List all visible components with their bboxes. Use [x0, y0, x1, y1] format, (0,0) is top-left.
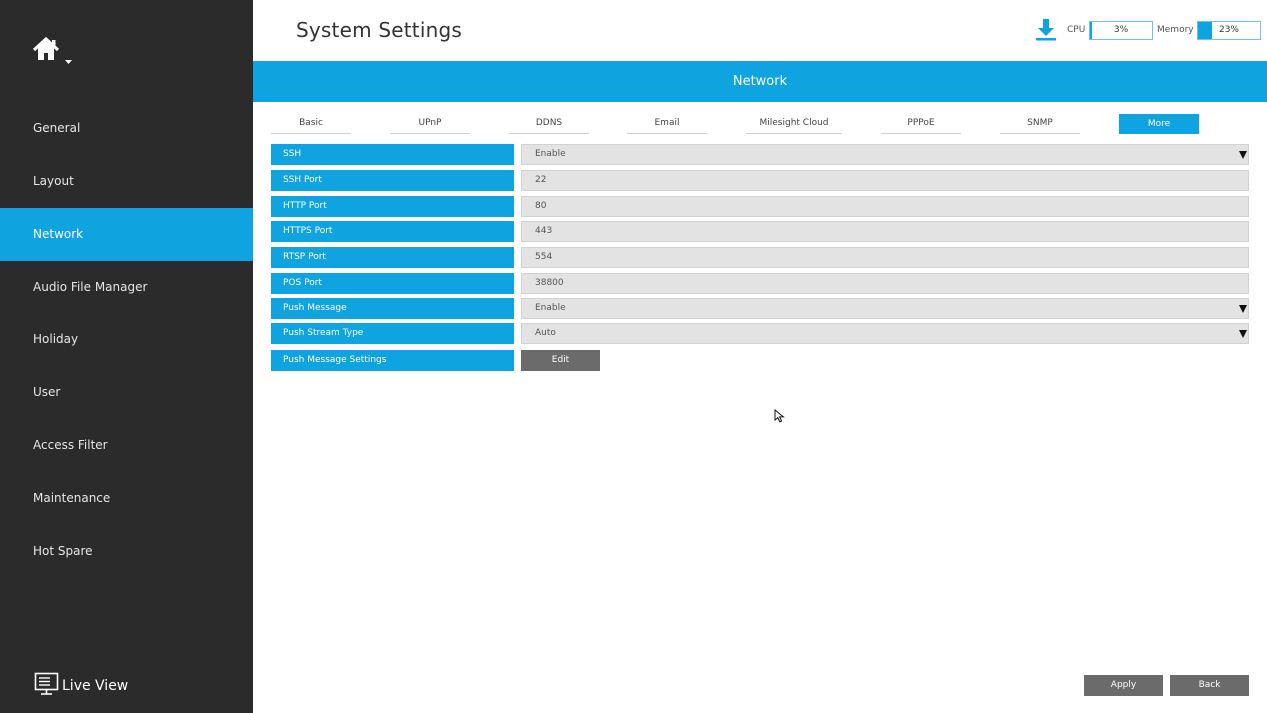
- sidebar-item-network[interactable]: Network: [0, 208, 253, 261]
- tab-email[interactable]: Email: [627, 114, 707, 134]
- tab-upnp[interactable]: UPnP: [390, 114, 470, 134]
- pos-port-label: POS Port: [271, 273, 514, 294]
- download-icon[interactable]: [1034, 18, 1058, 42]
- http-port-input[interactable]: 80: [521, 196, 1249, 217]
- push-stream-type-value: Auto: [535, 328, 556, 338]
- back-button[interactable]: Back: [1170, 675, 1249, 696]
- push-stream-type-select[interactable]: Auto: [521, 323, 1249, 344]
- sidebar-item-maintenance[interactable]: Maintenance: [0, 472, 253, 525]
- dropdown-arrow-icon: [1239, 330, 1247, 338]
- tab-ddns[interactable]: DDNS: [509, 114, 589, 134]
- push-message-select[interactable]: Enable: [521, 298, 1249, 319]
- tab-basic[interactable]: Basic: [271, 114, 351, 134]
- sidebar-item-audio-file-manager[interactable]: Audio File Manager: [0, 261, 253, 314]
- https-port-input[interactable]: 443: [521, 221, 1249, 242]
- ssh-port-input[interactable]: 22: [521, 170, 1249, 191]
- section-banner: Network: [253, 61, 1267, 102]
- ssh-value: Enable: [535, 149, 566, 159]
- dropdown-arrow-icon: [1239, 305, 1247, 313]
- live-view-label: Live View: [62, 678, 129, 694]
- mouse-cursor-icon: [774, 408, 786, 423]
- tab-pppoe[interactable]: PPPoE: [881, 114, 961, 134]
- edit-button[interactable]: Edit: [521, 350, 600, 371]
- cpu-label: CPU: [1067, 25, 1086, 35]
- cpu-meter: 3%: [1089, 21, 1153, 40]
- sidebar-item-user[interactable]: User: [0, 366, 253, 419]
- http-port-label: HTTP Port: [271, 196, 514, 217]
- sidebar-item-access-filter[interactable]: Access Filter: [0, 419, 253, 472]
- sidebar-item-hot-spare[interactable]: Hot Spare: [0, 525, 253, 578]
- push-message-settings-label: Push Message Settings: [271, 350, 514, 371]
- https-port-label: HTTPS Port: [271, 221, 514, 242]
- push-message-label: Push Message: [271, 298, 514, 319]
- push-message-value: Enable: [535, 303, 566, 313]
- memory-label: Memory: [1157, 25, 1194, 35]
- live-view-button[interactable]: Live View: [34, 672, 128, 700]
- rtsp-port-label: RTSP Port: [271, 247, 514, 268]
- tab-milesight-cloud[interactable]: Milesight Cloud: [746, 114, 842, 134]
- ssh-label: SSH: [271, 144, 514, 165]
- sidebar: General Layout Network Audio File Manage…: [0, 0, 253, 713]
- memory-meter: 23%: [1197, 21, 1261, 40]
- apply-button[interactable]: Apply: [1084, 675, 1163, 696]
- ssh-select[interactable]: Enable: [521, 144, 1249, 165]
- sidebar-item-layout[interactable]: Layout: [0, 155, 253, 208]
- tab-more[interactable]: More: [1119, 114, 1199, 134]
- home-icon[interactable]: [32, 36, 74, 68]
- sidebar-item-holiday[interactable]: Holiday: [0, 313, 253, 366]
- memory-value: 23%: [1218, 25, 1239, 35]
- page-title: System Settings: [296, 18, 462, 42]
- ssh-port-label: SSH Port: [271, 170, 514, 191]
- rtsp-port-input[interactable]: 554: [521, 247, 1249, 268]
- tab-snmp[interactable]: SNMP: [1000, 114, 1080, 134]
- push-stream-type-label: Push Stream Type: [271, 323, 514, 344]
- pos-port-input[interactable]: 38800: [521, 273, 1249, 294]
- monitor-icon: [34, 671, 62, 701]
- sidebar-item-general[interactable]: General: [0, 102, 253, 155]
- dropdown-arrow-icon: [1239, 151, 1247, 159]
- cpu-value: 3%: [1113, 25, 1129, 35]
